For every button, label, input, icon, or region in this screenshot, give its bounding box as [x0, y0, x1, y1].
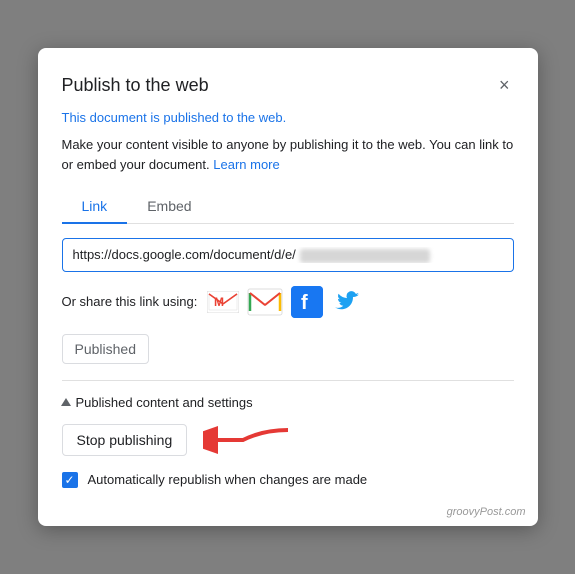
close-button[interactable]: ×: [495, 72, 514, 98]
triangle-icon: [61, 398, 71, 406]
description-text: Make your content visible to anyone by p…: [62, 135, 514, 174]
facebook-share-button[interactable]: f: [291, 286, 323, 318]
divider: [62, 380, 514, 381]
gmail-share-button[interactable]: M: [207, 289, 239, 315]
modal-header: Publish to the web ×: [62, 72, 514, 98]
checkmark-icon: ✓: [64, 474, 74, 486]
watermark: groovyPost.com: [447, 506, 526, 518]
url-input-box[interactable]: https://docs.google.com/document/d/e/: [62, 238, 514, 272]
tab-bar: Link Embed: [62, 190, 514, 224]
url-blur: [300, 249, 430, 263]
modal-title: Publish to the web: [62, 75, 209, 96]
share-icons: M: [207, 286, 363, 318]
gmail-icon-container[interactable]: [247, 288, 283, 316]
share-label: Or share this link using:: [62, 294, 198, 309]
url-text: https://docs.google.com/document/d/e/: [73, 247, 503, 263]
published-status: This document is published to the web.: [62, 110, 514, 125]
tab-link[interactable]: Link: [62, 190, 128, 224]
published-badge: Published: [62, 334, 150, 364]
published-settings: Published content and settings Stop publ…: [62, 395, 514, 488]
publish-modal: Publish to the web × This document is pu…: [38, 48, 538, 526]
checkbox-label: Automatically republish when changes are…: [88, 472, 368, 487]
stop-publishing-button[interactable]: Stop publishing: [62, 424, 188, 456]
share-row: Or share this link using: M: [62, 286, 514, 318]
tab-embed[interactable]: Embed: [127, 190, 211, 224]
svg-text:M: M: [214, 295, 224, 309]
stop-publishing-row: Stop publishing: [62, 422, 514, 458]
settings-title: Published content and settings: [62, 395, 514, 410]
twitter-share-button[interactable]: [331, 286, 363, 318]
auto-republish-checkbox[interactable]: ✓: [62, 472, 78, 488]
svg-text:f: f: [301, 292, 308, 314]
learn-more-link[interactable]: Learn more: [213, 157, 279, 172]
red-arrow-icon: [203, 422, 293, 458]
checkbox-row: ✓ Automatically republish when changes a…: [62, 472, 514, 488]
